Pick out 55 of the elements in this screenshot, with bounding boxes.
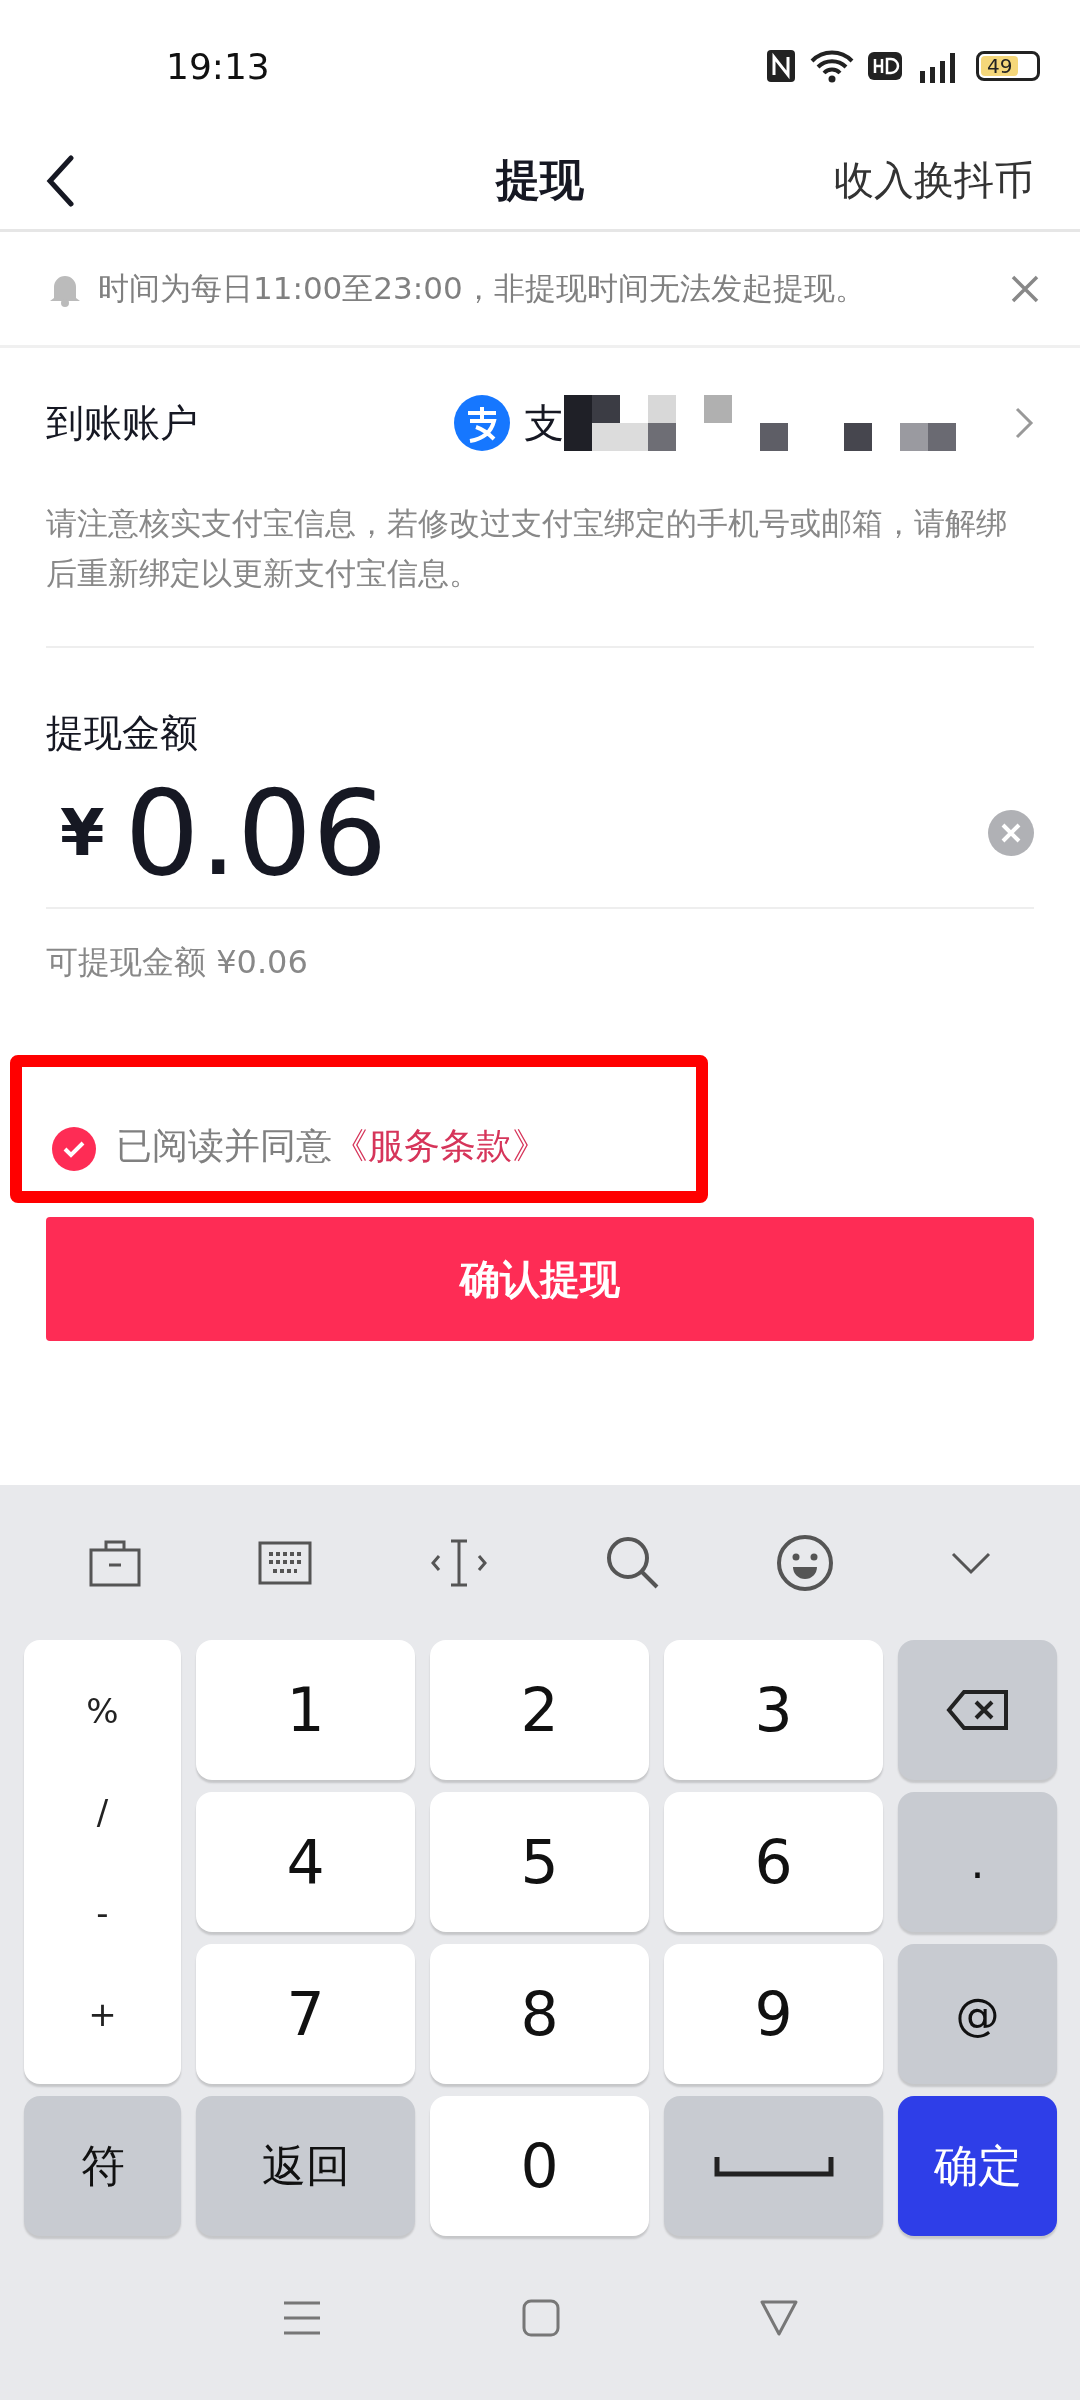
battery-level: 49 <box>981 56 1019 76</box>
menu-icon[interactable] <box>282 2300 322 2336</box>
back-icon[interactable] <box>46 154 74 207</box>
check-icon <box>62 1140 86 1158</box>
collapse-icon[interactable] <box>950 1550 993 1575</box>
symbol-key[interactable]: + <box>68 1993 137 2034</box>
notice-text: 时间为每日11:00至23:00，非提现时间无法发起提现。 <box>98 268 867 308</box>
chevron-right-icon[interactable] <box>1014 406 1034 440</box>
alipay-icon <box>454 395 510 451</box>
terms-link[interactable]: 《服务条款》 <box>332 1125 548 1166</box>
keyboard-key[interactable]: 2 <box>430 1640 649 1780</box>
close-icon[interactable] <box>1010 273 1040 304</box>
keyboard-key[interactable]: 3 <box>664 1640 883 1780</box>
amount-input[interactable]: 0.06 <box>124 764 988 902</box>
space-icon <box>713 2155 834 2177</box>
home-icon[interactable] <box>522 2299 560 2337</box>
exchange-link[interactable]: 收入换抖币 <box>834 153 1034 208</box>
confirm-withdraw-button[interactable]: 确认提现 <box>46 1217 1034 1341</box>
confirm-key[interactable]: 确定 <box>898 2096 1057 2236</box>
cursor-icon[interactable] <box>429 1537 490 1588</box>
search-icon[interactable] <box>604 1534 661 1591</box>
space-key[interactable] <box>664 2096 883 2236</box>
keyboard-key[interactable]: . <box>898 1792 1057 1932</box>
keyboard-key[interactable]: 7 <box>196 1944 415 2084</box>
account-note: 请注意核实支付宝信息，若修改过支付宝绑定的手机号或邮箱，请解绑后重新绑定以更新支付宝信息。 <box>46 498 1034 648</box>
symbol-key[interactable]: / <box>76 1791 129 1832</box>
emoji-icon[interactable] <box>776 1533 835 1592</box>
agree-checkbox[interactable] <box>52 1127 96 1171</box>
backspace-icon <box>945 1689 1010 1731</box>
keyboard-key[interactable]: 8 <box>430 1944 649 2084</box>
keyboard-key[interactable]: 9 <box>664 1944 883 2084</box>
keyboard-key[interactable]: 1 <box>196 1640 415 1780</box>
keyboard-key[interactable]: @ <box>898 1944 1057 2084</box>
status-time: 19:13 <box>166 45 270 87</box>
agreement-text: 已阅读并同意《服务条款》 <box>116 1124 548 1168</box>
keyboard-icon[interactable] <box>257 1539 314 1586</box>
symbol-key[interactable]: - <box>76 1892 129 1933</box>
back-triangle-icon[interactable] <box>760 2300 798 2336</box>
nfc-icon <box>766 49 796 83</box>
page-title: 提现 <box>496 153 584 207</box>
available-amount: 可提现金额 ¥0.06 <box>46 942 309 983</box>
keyboard-key[interactable]: 0 <box>430 2096 649 2236</box>
keyboard-key[interactable]: 返回 <box>196 2096 415 2236</box>
keyboard-key[interactable]: 符 <box>24 2096 181 2236</box>
keyboard-key[interactable]: 6 <box>664 1792 883 1932</box>
account-value: 支 <box>524 398 564 448</box>
amount-label: 提现金额 <box>46 710 199 757</box>
backspace-key[interactable] <box>898 1640 1057 1780</box>
hd-icon <box>868 52 902 80</box>
symbol-key[interactable]: % <box>66 1690 139 1731</box>
keyboard-key[interactable]: 4 <box>196 1792 415 1932</box>
currency-symbol: ¥ <box>60 796 105 870</box>
account-label: 到账账户 <box>46 399 198 447</box>
wifi-icon <box>810 49 854 83</box>
keyboard-key[interactable]: 5 <box>430 1792 649 1932</box>
